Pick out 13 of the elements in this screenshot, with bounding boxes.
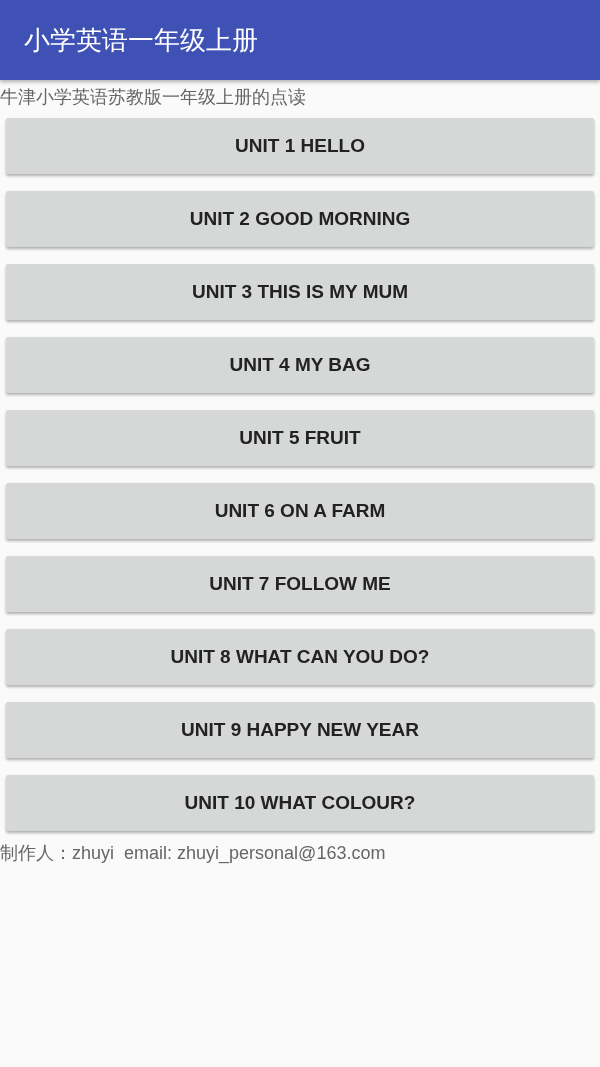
unit-button[interactable]: UNIT 10 WHAT COLOUR? [6, 775, 594, 831]
unit-button[interactable]: UNIT 1 HELLO [6, 118, 594, 174]
unit-button[interactable]: UNIT 3 THIS IS MY MUM [6, 264, 594, 320]
subtitle-text: 牛津小学英语苏教版一年级上册的点读 [0, 85, 307, 109]
app-title: 小学英语一年级上册 [24, 23, 258, 57]
author-text: 制作人：zhuyi email: zhuyi_personal@163.com [0, 842, 387, 865]
unit-button[interactable]: UNIT 9 HAPPY NEW YEAR [6, 702, 594, 758]
unit-button[interactable]: UNIT 7 FOLLOW ME [6, 556, 594, 612]
unit-button[interactable]: UNIT 5 FRUIT [6, 410, 594, 466]
unit-button[interactable]: UNIT 6 ON A FARM [6, 483, 594, 539]
unit-button[interactable]: UNIT 2 GOOD MORNING [6, 191, 594, 247]
unit-button[interactable]: UNIT 4 MY BAG [6, 337, 594, 393]
unit-button[interactable]: UNIT 8 WHAT CAN YOU DO? [6, 629, 594, 685]
